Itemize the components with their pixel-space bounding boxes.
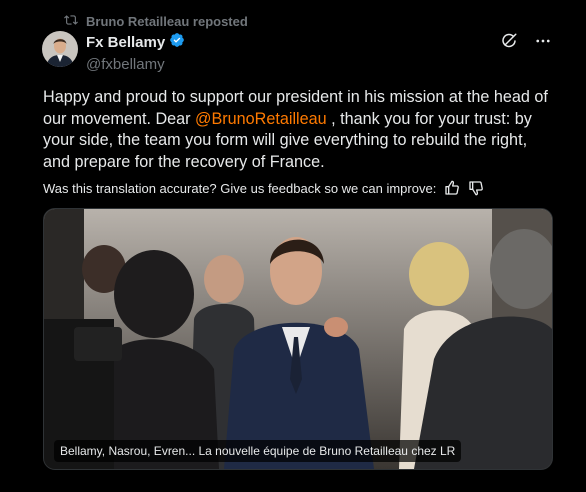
media-image[interactable]: Bellamy, Nasrou, Evren... La nouvelle éq…	[43, 208, 553, 470]
author-handle[interactable]: @fxbellamy	[86, 56, 185, 73]
post[interactable]: Bruno Retailleau reposted Fx Bellamy @fx…	[0, 0, 586, 492]
repost-text: Bruno Retailleau reposted	[86, 13, 248, 29]
post-text: Happy and proud to support our president…	[43, 87, 558, 173]
photo	[44, 209, 552, 469]
mention-link[interactable]: @BrunoRetailleau	[195, 110, 327, 128]
author-block[interactable]: Fx Bellamy @fxbellamy	[86, 32, 185, 73]
translation-feedback: Was this translation accurate? Give us f…	[43, 180, 484, 196]
repost-icon	[64, 13, 78, 30]
thumbs-up-icon[interactable]	[444, 180, 460, 196]
grok-icon[interactable]	[500, 32, 518, 50]
verified-badge-icon	[169, 32, 185, 53]
media-caption: Bellamy, Nasrou, Evren... La nouvelle éq…	[54, 440, 462, 462]
translation-feedback-text: Was this translation accurate? Give us f…	[43, 180, 437, 196]
avatar[interactable]	[42, 31, 78, 67]
more-icon[interactable]	[534, 32, 552, 50]
author-name[interactable]: Fx Bellamy	[86, 34, 165, 51]
repost-indicator[interactable]: Bruno Retailleau reposted	[64, 12, 248, 30]
thumbs-down-icon[interactable]	[468, 180, 484, 196]
